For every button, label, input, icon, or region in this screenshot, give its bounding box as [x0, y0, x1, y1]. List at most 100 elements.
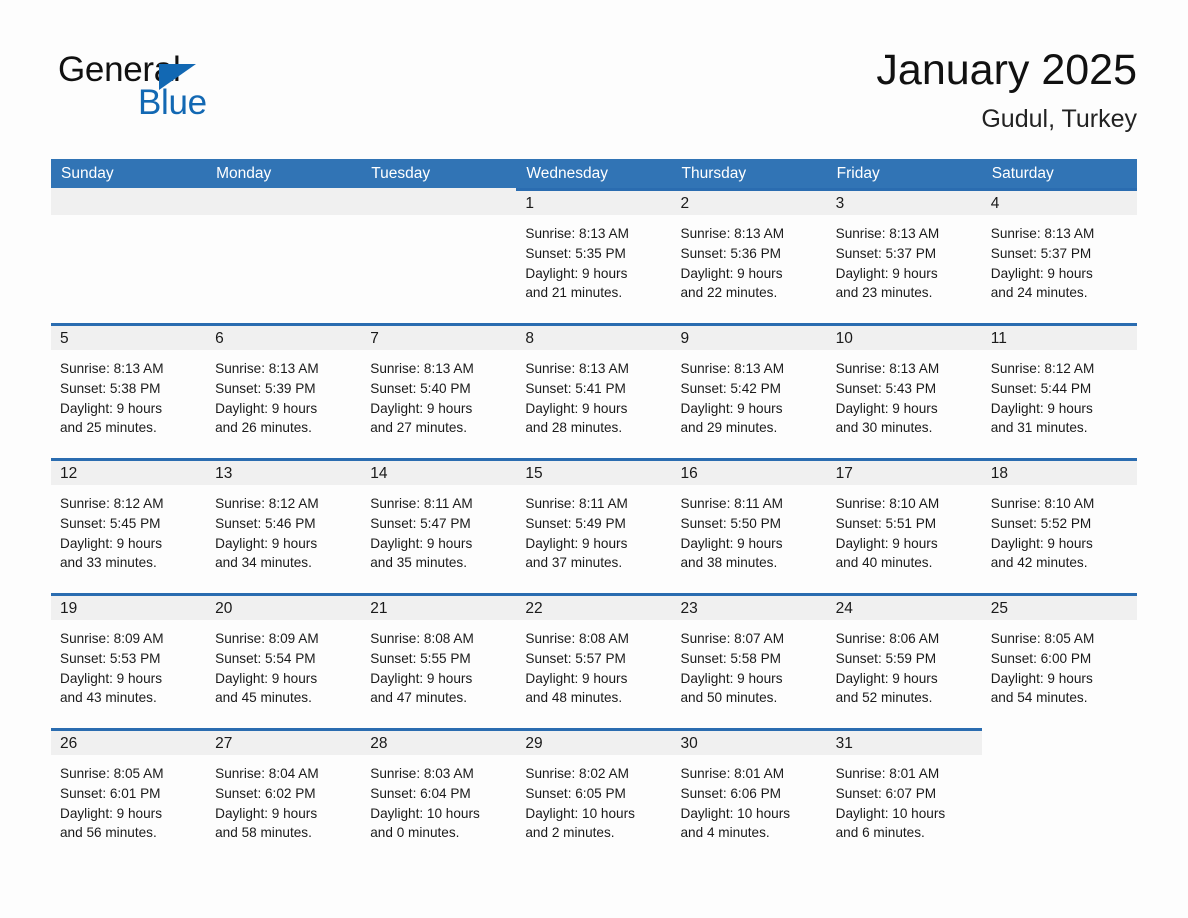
calendar-day-cell[interactable]: 3 Sunrise: 8:13 AM Sunset: 5:37 PM Daylight… — [826, 188, 982, 323]
sunrise-time: Sunrise: 8:12 AM — [60, 496, 164, 511]
calendar-day-cell[interactable]: 7 Sunrise: 8:13 AM Sunset: 5:40 PM Daylight… — [361, 323, 517, 458]
sunrise-time: Sunrise: 8:09 AM — [60, 631, 164, 646]
calendar-week-row: 1 Sunrise: 8:13 AM Sunset: 5:35 PM Daylight… — [51, 188, 1137, 323]
day-number: 17 — [835, 465, 853, 482]
calendar-day-cell[interactable]: 18 Sunrise: 8:10 AM Sunset: 5:52 PM Dayligh… — [981, 458, 1137, 593]
calendar-day-cell[interactable]: 2 Sunrise: 8:13 AM Sunset: 5:36 PM Daylight… — [671, 188, 827, 323]
calendar-day-cell[interactable]: 21 Sunrise: 8:08 AM Sunset: 5:55 PM Dayligh… — [361, 593, 517, 728]
day-number-band: 5 — [51, 323, 207, 350]
day-details: Sunrise: 8:13 AM Sunset: 5:41 PM Daylight:… — [516, 350, 671, 438]
page-header: General Blue January 2025 Gudul, Turkey — [51, 44, 1137, 149]
sunset-time: Sunset: 5:50 PM — [680, 515, 782, 531]
sunrise-time: Sunrise: 8:12 AM — [215, 496, 319, 511]
day-number-band: 3 — [826, 188, 982, 215]
daylight-duration-line2: and 45 minutes. — [215, 690, 312, 706]
sunset-time: Sunset: 5:44 PM — [990, 380, 1092, 396]
calendar-day-cell[interactable]: 25 Sunrise: 8:05 AM Sunset: 6:00 PM Dayligh… — [981, 593, 1137, 728]
daylight-duration-line2: and 50 minutes. — [680, 690, 778, 706]
calendar-day-cell[interactable]: 14 Sunrise: 8:11 AM Sunset: 5:47 PM Dayligh… — [361, 458, 517, 593]
calendar-page: General Blue January 2025 Gudul, Turkey … — [0, 0, 1188, 918]
day-details: Sunrise: 8:11 AM Sunset: 5:50 PM Daylight:… — [672, 485, 827, 573]
calendar-empty-cell — [51, 188, 207, 323]
day-details: Sunrise: 8:12 AM Sunset: 5:44 PM Daylight:… — [982, 350, 1137, 438]
calendar-day-cell[interactable]: 15 Sunrise: 8:11 AM Sunset: 5:49 PM Dayligh… — [516, 458, 672, 593]
sunset-time: Sunset: 5:35 PM — [525, 245, 626, 261]
day-details: Sunrise: 8:13 AM Sunset: 5:40 PM Daylight:… — [361, 350, 516, 438]
calendar-day-cell[interactable]: 26 Sunrise: 8:05 AM Sunset: 6:01 PM Dayligh… — [51, 728, 207, 863]
sunrise-time: Sunrise: 8:01 AM — [680, 766, 785, 781]
day-number-band: 13 — [206, 458, 362, 485]
calendar-day-cell[interactable]: 20 Sunrise: 8:09 AM Sunset: 5:54 PM Dayligh… — [206, 593, 362, 728]
day-details: Sunrise: 8:01 AM Sunset: 6:06 PM Daylight:… — [672, 755, 827, 843]
day-number-band: 24 — [826, 593, 982, 620]
calendar-day-cell[interactable]: 1 Sunrise: 8:13 AM Sunset: 5:35 PM Daylight… — [516, 188, 672, 323]
calendar-day-cell[interactable]: 9 Sunrise: 8:13 AM Sunset: 5:42 PM Daylight… — [671, 323, 827, 458]
calendar-day-cell[interactable]: 5 Sunrise: 8:13 AM Sunset: 5:38 PM Daylight… — [51, 323, 207, 458]
daylight-duration-line1: Daylight: 9 hours — [60, 535, 163, 551]
sunset-time: Sunset: 5:54 PM — [215, 650, 316, 666]
calendar-day-cell[interactable]: 31 Sunrise: 8:01 AM Sunset: 6:07 PM Dayligh… — [826, 728, 982, 863]
daylight-duration-line1: Daylight: 9 hours — [370, 670, 473, 686]
calendar-day-cell[interactable]: 28 Sunrise: 8:03 AM Sunset: 6:04 PM Dayligh… — [361, 728, 517, 863]
day-details: Sunrise: 8:13 AM Sunset: 5:39 PM Daylight:… — [206, 350, 361, 438]
calendar-day-cell[interactable]: 4 Sunrise: 8:13 AM Sunset: 5:37 PM Daylight… — [981, 188, 1137, 323]
logo-text-blue: Blue — [138, 83, 207, 122]
generalblue-logo[interactable]: General Blue — [58, 50, 358, 126]
calendar-day-cell[interactable]: 10 Sunrise: 8:13 AM Sunset: 5:43 PM Dayligh… — [826, 323, 982, 458]
calendar-day-cell[interactable]: 16 Sunrise: 8:11 AM Sunset: 5:50 PM Dayligh… — [671, 458, 827, 593]
daylight-duration-line2: and 24 minutes. — [990, 285, 1088, 301]
daylight-duration-line2: and 29 minutes. — [680, 420, 778, 436]
sunrise-time: Sunrise: 8:10 AM — [990, 496, 1095, 511]
sunrise-time: Sunrise: 8:13 AM — [215, 361, 319, 376]
day-details: Sunrise: 8:13 AM Sunset: 5:36 PM Daylight:… — [672, 215, 827, 303]
calendar-day-cell[interactable]: 11 Sunrise: 8:12 AM Sunset: 5:44 PM Dayligh… — [981, 323, 1137, 458]
sunrise-time: Sunrise: 8:07 AM — [680, 631, 785, 646]
day-number-band: 9 — [671, 323, 827, 350]
calendar-day-cell[interactable]: 13 Sunrise: 8:12 AM Sunset: 5:46 PM Dayligh… — [206, 458, 362, 593]
weekday-header-tuesday: Tuesday — [371, 165, 431, 182]
sunset-time: Sunset: 6:06 PM — [680, 785, 782, 801]
day-number-band — [361, 188, 517, 215]
day-details: Sunrise: 8:03 AM Sunset: 6:04 PM Daylight:… — [361, 755, 516, 843]
calendar-day-cell[interactable]: 24 Sunrise: 8:06 AM Sunset: 5:59 PM Dayligh… — [826, 593, 982, 728]
daylight-duration-line2: and 31 minutes. — [990, 420, 1088, 436]
weekday-header-row: Sunday Monday Tuesday Wednesday Thursday… — [51, 159, 1137, 188]
sunrise-time: Sunrise: 8:05 AM — [60, 766, 164, 781]
daylight-duration-line1: Daylight: 9 hours — [215, 535, 318, 551]
day-number-band: 18 — [981, 458, 1137, 485]
page-title: January 2025 — [876, 46, 1137, 94]
daylight-duration-line1: Daylight: 9 hours — [990, 670, 1093, 686]
day-details: Sunrise: 8:10 AM Sunset: 5:52 PM Daylight:… — [982, 485, 1137, 573]
daylight-duration-line1: Daylight: 9 hours — [525, 535, 628, 551]
day-number: 27 — [215, 735, 233, 752]
calendar-day-cell[interactable]: 6 Sunrise: 8:13 AM Sunset: 5:39 PM Daylight… — [206, 323, 362, 458]
day-details: Sunrise: 8:07 AM Sunset: 5:58 PM Daylight:… — [672, 620, 827, 708]
calendar-empty-cell — [982, 728, 1137, 863]
sunrise-time: Sunrise: 8:13 AM — [525, 226, 629, 241]
day-number-band: 25 — [981, 593, 1137, 620]
daylight-duration-line2: and 0 minutes. — [370, 825, 460, 841]
calendar-day-cell[interactable]: 23 Sunrise: 8:07 AM Sunset: 5:58 PM Dayligh… — [671, 593, 827, 728]
day-number: 12 — [60, 465, 78, 482]
day-number: 11 — [990, 330, 1007, 347]
sunset-time: Sunset: 6:04 PM — [370, 785, 471, 801]
day-number-band: 23 — [671, 593, 827, 620]
calendar-day-cell[interactable]: 29 Sunrise: 8:02 AM Sunset: 6:05 PM Dayligh… — [516, 728, 672, 863]
sunset-time: Sunset: 6:05 PM — [525, 785, 626, 801]
sunrise-time: Sunrise: 8:13 AM — [835, 361, 940, 376]
calendar-day-cell[interactable]: 12 Sunrise: 8:12 AM Sunset: 5:45 PM Dayligh… — [51, 458, 207, 593]
calendar-day-cell[interactable]: 19 Sunrise: 8:09 AM Sunset: 5:53 PM Dayligh… — [51, 593, 207, 728]
calendar-day-cell[interactable]: 22 Sunrise: 8:08 AM Sunset: 5:57 PM Dayligh… — [516, 593, 672, 728]
sunrise-time: Sunrise: 8:10 AM — [835, 496, 940, 511]
sunrise-time: Sunrise: 8:04 AM — [215, 766, 319, 781]
calendar-day-cell[interactable]: 17 Sunrise: 8:10 AM Sunset: 5:51 PM Dayligh… — [826, 458, 982, 593]
sunset-time: Sunset: 5:39 PM — [215, 380, 316, 396]
sunset-time: Sunset: 5:41 PM — [525, 380, 626, 396]
day-details: Sunrise: 8:06 AM Sunset: 5:59 PM Daylight:… — [827, 620, 982, 708]
day-details: Sunrise: 8:05 AM Sunset: 6:00 PM Daylight:… — [982, 620, 1137, 708]
calendar-day-cell[interactable]: 27 Sunrise: 8:04 AM Sunset: 6:02 PM Dayligh… — [206, 728, 362, 863]
calendar-day-cell[interactable]: 8 Sunrise: 8:13 AM Sunset: 5:41 PM Daylight… — [516, 323, 672, 458]
daylight-duration-line1: Daylight: 9 hours — [60, 400, 163, 416]
calendar-day-cell[interactable]: 30 Sunrise: 8:01 AM Sunset: 6:06 PM Dayligh… — [671, 728, 827, 863]
day-number: 31 — [835, 735, 853, 752]
